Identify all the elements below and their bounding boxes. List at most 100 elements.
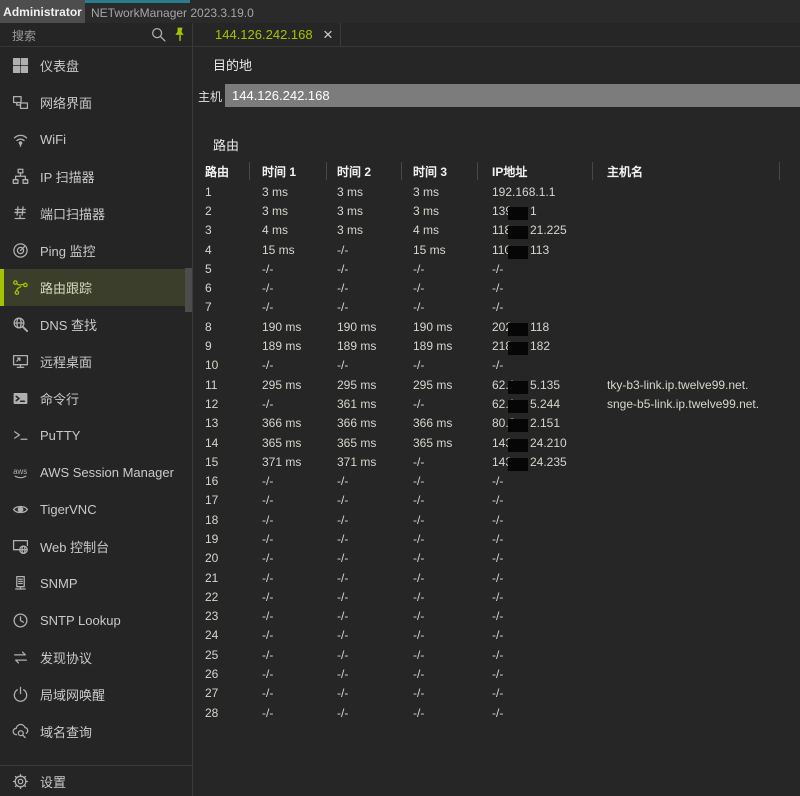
sidebar-item-label: DNS 查找 (40, 315, 97, 334)
sidebar-item-wake-on-lan[interactable]: 局域网唤醒 (0, 676, 192, 713)
column-header-time3[interactable]: 时间 3 (402, 162, 478, 180)
hop-cell: 20 (205, 551, 250, 565)
hop-cell: 25 (205, 648, 250, 662)
route-table-row[interactable]: 15 371 ms 371 ms -/- 143 24.235 (205, 452, 788, 471)
route-table-row[interactable]: 22 -/- -/- -/- -/- (205, 587, 788, 606)
route-table-row[interactable]: 19 -/- -/- -/- -/- (205, 529, 788, 548)
route-table-row[interactable]: 12 -/- 361 ms -/- 62.1 5.244 snge-b5-lin… (205, 394, 788, 413)
search-icon[interactable] (150, 26, 167, 48)
administrator-window-tab[interactable]: Administrator (0, 0, 85, 23)
route-table-row[interactable]: 9 189 ms 189 ms 189 ms 218 182 (205, 336, 788, 355)
sidebar-item-web-console[interactable]: Web 控制台 (0, 528, 192, 565)
sidebar-item-putty[interactable]: PuTTY (0, 417, 192, 454)
route-table-row[interactable]: 23 -/- -/- -/- -/- (205, 607, 788, 626)
ip-cell: -/- (478, 571, 593, 585)
route-table-row[interactable]: 2 3 ms 3 ms 3 ms 139 1 (205, 201, 788, 220)
sidebar-item-sntp-lookup[interactable]: SNTP Lookup (0, 602, 192, 639)
column-header-hostname[interactable]: 主机名 (593, 162, 780, 180)
sidebar-item-whois[interactable]: 域名查询 (0, 713, 192, 750)
sidebar-item-tigervnc[interactable]: TigerVNC (0, 491, 192, 528)
sidebar-item-network-interface[interactable]: 网络界面 (0, 84, 192, 121)
route-table-row[interactable]: 28 -/- -/- -/- -/- (205, 703, 788, 722)
time3-cell: 189 ms (402, 339, 478, 353)
ip-fragment-right: 5.244 (530, 397, 560, 411)
route-table-row[interactable]: 18 -/- -/- -/- -/- (205, 510, 788, 529)
route-table-row[interactable]: 1 3 ms 3 ms 3 ms 192.168.1.1 (205, 182, 788, 201)
route-table-row[interactable]: 7 -/- -/- -/- -/- (205, 298, 788, 317)
column-header-time2[interactable]: 时间 2 (327, 162, 402, 180)
redacted-ip-segment (508, 400, 528, 413)
sidebar-item-partial-clipped[interactable] (0, 750, 192, 765)
ip-cell: 118 21.225 (478, 223, 593, 237)
tab-traceroute-session[interactable]: 144.126.242.168 × (193, 23, 341, 46)
pin-icon[interactable] (171, 26, 188, 48)
hop-cell: 28 (205, 706, 250, 720)
route-table-row[interactable]: 20 -/- -/- -/- -/- (205, 549, 788, 568)
sidebar-item-wifi[interactable]: WiFi (0, 121, 192, 158)
ip-fragment-right: 118 (530, 320, 549, 334)
time1-cell: -/- (250, 474, 327, 488)
sidebar-item-aws-session-manager[interactable]: aws AWS Session Manager (0, 454, 192, 491)
route-table-row[interactable]: 21 -/- -/- -/- -/- (205, 568, 788, 587)
title-bar: Administrator NETworkManager 2023.3.19.0 (0, 0, 800, 23)
hop-cell: 19 (205, 532, 250, 546)
route-table-row[interactable]: 16 -/- -/- -/- -/- (205, 471, 788, 490)
time1-cell: 371 ms (250, 455, 327, 469)
search-input[interactable] (10, 25, 144, 47)
sidebar-item-ping-monitor[interactable]: Ping 监控 (0, 232, 192, 269)
time3-cell: -/- (402, 706, 478, 720)
sidebar-item-label: AWS Session Manager (40, 465, 174, 480)
ping-monitor-icon (9, 242, 31, 259)
column-header-time1[interactable]: 时间 1 (250, 162, 327, 180)
aws-icon: aws (9, 464, 31, 481)
sidebar-item-settings[interactable]: 设置 (0, 765, 192, 796)
sidebar-item-label: 设置 (40, 772, 66, 791)
sidebar-item-snmp[interactable]: SNMP (0, 565, 192, 602)
sidebar-item-command-line[interactable]: 命令行 (0, 380, 192, 417)
time2-cell: -/- (327, 628, 402, 642)
sidebar-item-dashboard[interactable]: 仪表盘 (0, 47, 192, 84)
time2-cell: 361 ms (327, 397, 402, 411)
route-table-row[interactable]: 26 -/- -/- -/- -/- (205, 664, 788, 683)
close-icon[interactable]: × (318, 23, 338, 46)
hop-cell: 3 (205, 223, 250, 237)
sidebar-item-label: PuTTY (40, 428, 80, 443)
column-header-ip[interactable]: IP地址 (478, 162, 593, 180)
sidebar-item-port-scanner[interactable]: 端口扫描器 (0, 195, 192, 232)
web-console-icon (9, 538, 31, 555)
sidebar-item-dns-lookup[interactable]: DNS 查找 (0, 306, 192, 343)
route-table-row[interactable]: 14 365 ms 365 ms 365 ms 143 24.210 (205, 433, 788, 452)
route-table-row[interactable]: 8 190 ms 190 ms 190 ms 202 118 (205, 317, 788, 336)
ip-fragment-left: -/- (492, 628, 503, 642)
route-table-row[interactable]: 5 -/- -/- -/- -/- (205, 259, 788, 278)
time1-cell: -/- (250, 609, 327, 623)
route-table-row[interactable]: 10 -/- -/- -/- -/- (205, 356, 788, 375)
time3-cell: -/- (402, 281, 478, 295)
column-header-hop[interactable]: 路由 (205, 162, 250, 180)
route-table-row[interactable]: 13 366 ms 366 ms 366 ms 80.2 2.151 (205, 414, 788, 433)
hop-cell: 2 (205, 204, 250, 218)
time2-cell: 3 ms (327, 185, 402, 199)
route-table-row[interactable]: 11 295 ms 295 ms 295 ms 62.1 5.135 tky-b… (205, 375, 788, 394)
tab-title: 144.126.242.168 (215, 27, 313, 42)
route-table-row[interactable]: 3 4 ms 3 ms 4 ms 118 21.225 (205, 221, 788, 240)
sidebar-item-traceroute[interactable]: 路由跟踪 (0, 269, 192, 306)
route-table-row[interactable]: 25 -/- -/- -/- -/- (205, 645, 788, 664)
sidebar-item-discovery-protocol[interactable]: 发现协议 (0, 639, 192, 676)
sidebar-item-ip-scanner[interactable]: IP 扫描器 (0, 158, 192, 195)
sidebar-item-remote-desktop[interactable]: 远程桌面 (0, 343, 192, 380)
time1-cell: -/- (250, 300, 327, 314)
route-table-row[interactable]: 6 -/- -/- -/- -/- (205, 278, 788, 297)
host-input[interactable] (225, 84, 800, 107)
sidebar-item-label: 网络界面 (40, 93, 92, 112)
time2-cell: -/- (327, 667, 402, 681)
time3-cell: -/- (402, 358, 478, 372)
route-table-row[interactable]: 17 -/- -/- -/- -/- (205, 491, 788, 510)
route-table-row[interactable]: 24 -/- -/- -/- -/- (205, 626, 788, 645)
ip-cell: 218 182 (478, 339, 593, 353)
route-table-row[interactable]: 4 15 ms -/- 15 ms 110 113 (205, 240, 788, 259)
time1-cell: 190 ms (250, 320, 327, 334)
route-table-row[interactable]: 27 -/- -/- -/- -/- (205, 684, 788, 703)
sidebar-item-label: 局域网唤醒 (40, 685, 105, 704)
sidebar-scrollbar-thumb[interactable] (185, 268, 192, 312)
